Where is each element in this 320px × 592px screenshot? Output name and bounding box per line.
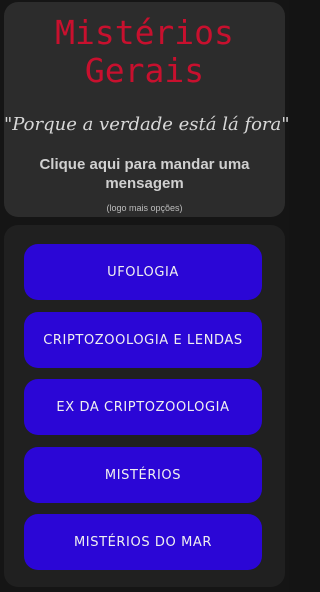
- app-title: Mistérios Gerais: [4, 14, 285, 90]
- header-card: Mistérios Gerais "Porque a verdade está …: [4, 2, 290, 217]
- app-title-line-1: Mistérios: [55, 13, 234, 52]
- ex-da-criptozoologia-button-label: EX DA CRIPTOZOOLOGIA: [56, 399, 230, 415]
- misterios-do-mar-button[interactable]: MISTÉRIOS DO MAR: [24, 514, 262, 570]
- misterios-button[interactable]: MISTÉRIOS: [24, 447, 262, 503]
- menu-card: UFOLOGIA CRIPTOZOOLOGIA E LENDAS EX DA C…: [4, 225, 285, 587]
- send-message-line-1: Clique aqui para mandar uma: [39, 156, 250, 173]
- app-screen: Mistérios Gerais "Porque a verdade está …: [0, 0, 290, 592]
- criptozoologia-e-lendas-button-label: CRIPTOZOOLOGIA E LENDAS: [43, 332, 243, 348]
- ufologia-button-label: UFOLOGIA: [107, 264, 179, 280]
- criptozoologia-e-lendas-button[interactable]: CRIPTOZOOLOGIA E LENDAS: [24, 312, 262, 368]
- tagline: "Porque a verdade está lá fora": [4, 114, 290, 135]
- misterios-do-mar-button-label: MISTÉRIOS DO MAR: [73, 534, 213, 550]
- ufologia-button[interactable]: UFOLOGIA: [24, 244, 262, 300]
- send-message-line-2: mensagem: [105, 175, 184, 192]
- ex-da-criptozoologia-button[interactable]: EX DA CRIPTOZOOLOGIA: [24, 379, 262, 435]
- send-message-link[interactable]: Clique aqui para mandar uma mensagem: [18, 155, 271, 193]
- app-title-line-2: Gerais: [84, 51, 205, 90]
- misterios-button-label: MISTÉRIOS: [104, 467, 182, 483]
- more-options-hint: (logo mais opções): [106, 203, 183, 213]
